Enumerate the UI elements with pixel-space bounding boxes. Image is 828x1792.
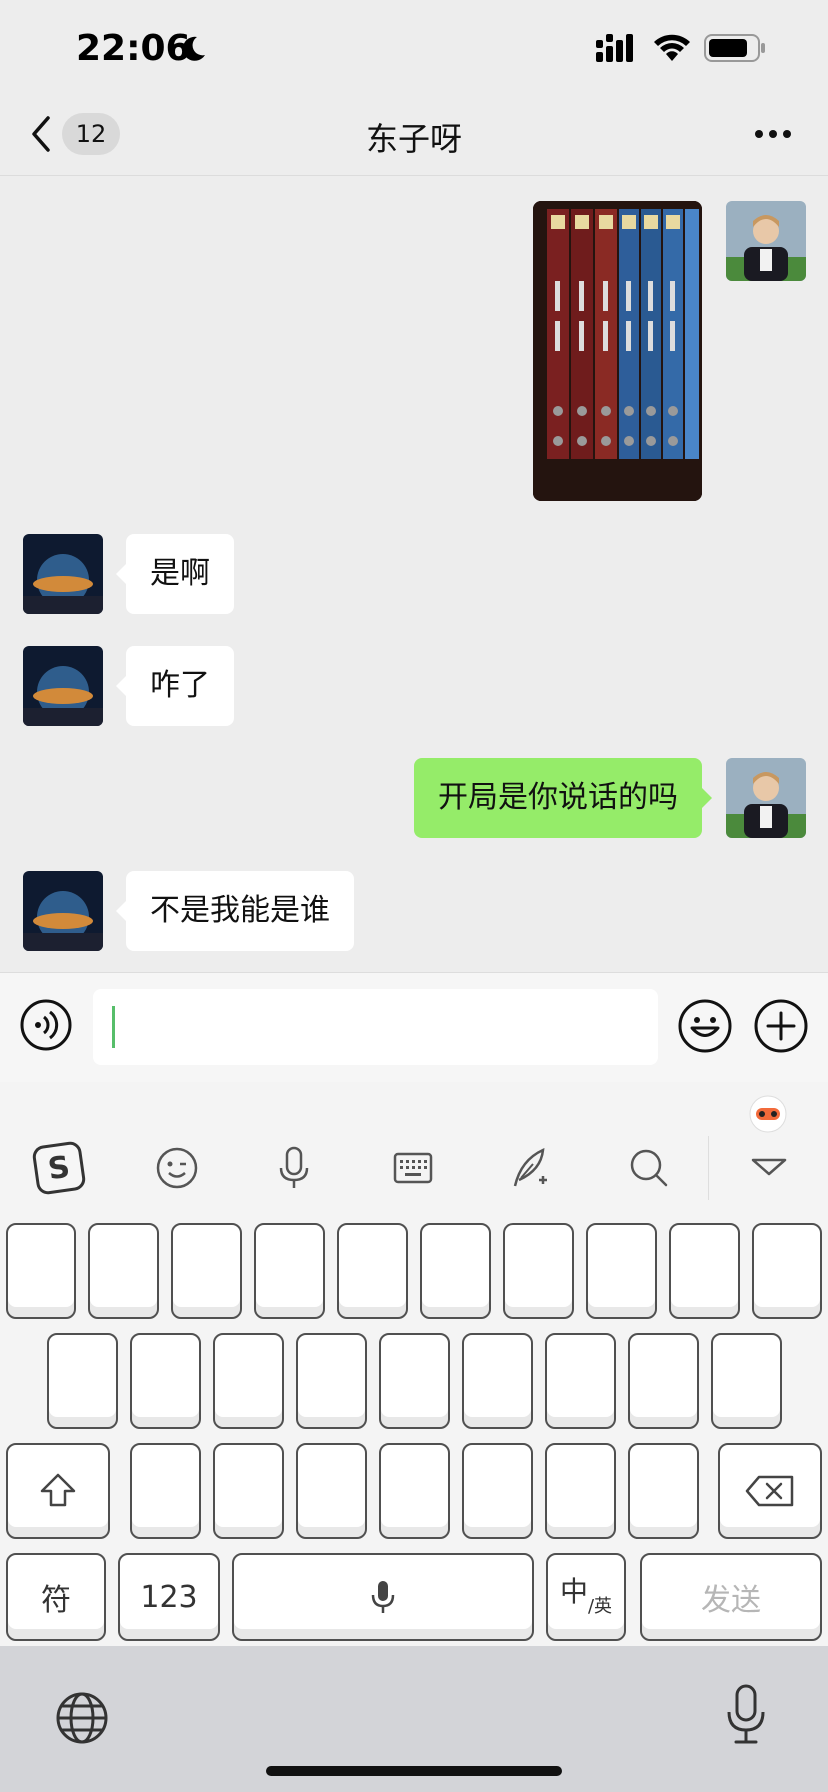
language-main-label: 中 <box>559 1575 588 1608</box>
letter-key[interactable] <box>213 1443 284 1539</box>
signal-icon <box>596 34 633 62</box>
system-keyboard-tray <box>0 1646 828 1792</box>
letter-key[interactable] <box>545 1333 616 1429</box>
letter-key[interactable] <box>628 1443 699 1539</box>
letter-key[interactable] <box>171 1223 242 1319</box>
shift-key-label <box>8 1445 108 1537</box>
space-key-label <box>234 1555 532 1639</box>
voice-icon[interactable] <box>20 999 72 1051</box>
letter-key[interactable] <box>462 1443 533 1539</box>
numbers-key[interactable]: 123 <box>118 1553 220 1641</box>
status-time: 22:06 <box>76 28 191 69</box>
letter-key[interactable] <box>130 1443 201 1539</box>
letter-key[interactable] <box>296 1443 367 1539</box>
letter-key[interactable] <box>586 1223 657 1319</box>
letter-key[interactable] <box>379 1443 450 1539</box>
letter-key[interactable] <box>462 1333 533 1429</box>
status-bar: 22:06 <box>0 0 828 96</box>
text-caret <box>112 1006 115 1048</box>
shift-key[interactable] <box>6 1443 110 1539</box>
more-icon[interactable] <box>752 126 794 142</box>
space-mic-icon <box>371 1581 395 1613</box>
letter-key[interactable] <box>47 1333 118 1429</box>
keyboard-toolbar: S <box>0 1082 828 1219</box>
contact-avatar[interactable] <box>23 534 103 614</box>
letter-key[interactable] <box>337 1223 408 1319</box>
wifi-icon <box>654 34 690 61</box>
quill-icon[interactable] <box>503 1140 559 1196</box>
globe-icon[interactable] <box>54 1690 110 1746</box>
chat-header: 12 东子呀 <box>0 96 828 176</box>
symbols-key[interactable]: 符 <box>6 1553 106 1641</box>
send-key[interactable]: 发送 <box>640 1553 822 1641</box>
mic-icon[interactable] <box>266 1140 322 1196</box>
image-message[interactable] <box>533 201 702 501</box>
symbols-key-label: 符 <box>41 1583 71 1618</box>
delete-icon <box>745 1475 794 1507</box>
my-avatar[interactable] <box>726 758 806 838</box>
emoji-icon[interactable] <box>678 999 732 1053</box>
home-indicator <box>266 1766 562 1776</box>
shift-icon <box>40 1473 76 1507</box>
collapse-icon[interactable] <box>741 1140 797 1196</box>
letter-key[interactable] <box>88 1223 159 1319</box>
dictation-icon[interactable] <box>724 1682 768 1746</box>
message-bubble[interactable]: 是啊 <box>116 534 234 614</box>
language-sub-label: /英 <box>587 1596 613 1617</box>
letter-key[interactable] <box>254 1223 325 1319</box>
language-switch-key[interactable]: 中 /英 <box>546 1553 626 1641</box>
battery-icon <box>704 34 765 62</box>
letter-key[interactable] <box>130 1333 201 1429</box>
space-key[interactable] <box>232 1553 534 1641</box>
smiley-icon[interactable] <box>149 1140 205 1196</box>
letter-key[interactable] <box>711 1333 782 1429</box>
plus-icon[interactable] <box>754 999 808 1053</box>
send-key-label: 发送 <box>701 1583 761 1618</box>
letter-key[interactable] <box>420 1223 491 1319</box>
letter-key[interactable] <box>213 1333 284 1429</box>
search-icon[interactable] <box>621 1140 677 1196</box>
my-avatar[interactable] <box>726 201 806 281</box>
image-thumbnail <box>533 201 702 501</box>
moon-icon <box>182 36 205 61</box>
letter-key[interactable] <box>545 1443 616 1539</box>
language-switch-label: 中 /英 <box>548 1555 624 1639</box>
delete-key[interactable] <box>718 1443 822 1539</box>
message-input[interactable] <box>93 989 658 1065</box>
chat-title: 东子呀 <box>365 120 462 158</box>
contact-avatar[interactable] <box>23 646 103 726</box>
toolbar-divider <box>708 1136 709 1200</box>
keyboard-icon[interactable] <box>385 1140 441 1196</box>
letter-key[interactable] <box>503 1223 574 1319</box>
mascot-icon[interactable] <box>746 1090 790 1134</box>
message-bubble[interactable]: 开局是你说话的吗 <box>414 758 712 838</box>
numbers-key-label: 123 <box>140 1579 198 1615</box>
sogou-logo-icon[interactable]: S <box>31 1140 87 1196</box>
letter-key[interactable] <box>6 1223 76 1319</box>
letter-key[interactable] <box>296 1333 367 1429</box>
keyboard: 符 123 中 /英 发送 <box>0 1219 828 1646</box>
letter-key[interactable] <box>628 1333 699 1429</box>
contact-avatar[interactable] <box>23 871 103 951</box>
input-bar <box>0 972 828 1082</box>
delete-key-label <box>720 1445 820 1537</box>
message-list: 是啊 咋了 开局是你说话的吗 不是我能是谁 <box>0 177 828 972</box>
letter-key[interactable] <box>379 1333 450 1429</box>
letter-key[interactable] <box>669 1223 740 1319</box>
message-bubble[interactable]: 咋了 <box>116 646 234 726</box>
letter-key[interactable] <box>752 1223 822 1319</box>
message-bubble[interactable]: 不是我能是谁 <box>116 871 354 951</box>
